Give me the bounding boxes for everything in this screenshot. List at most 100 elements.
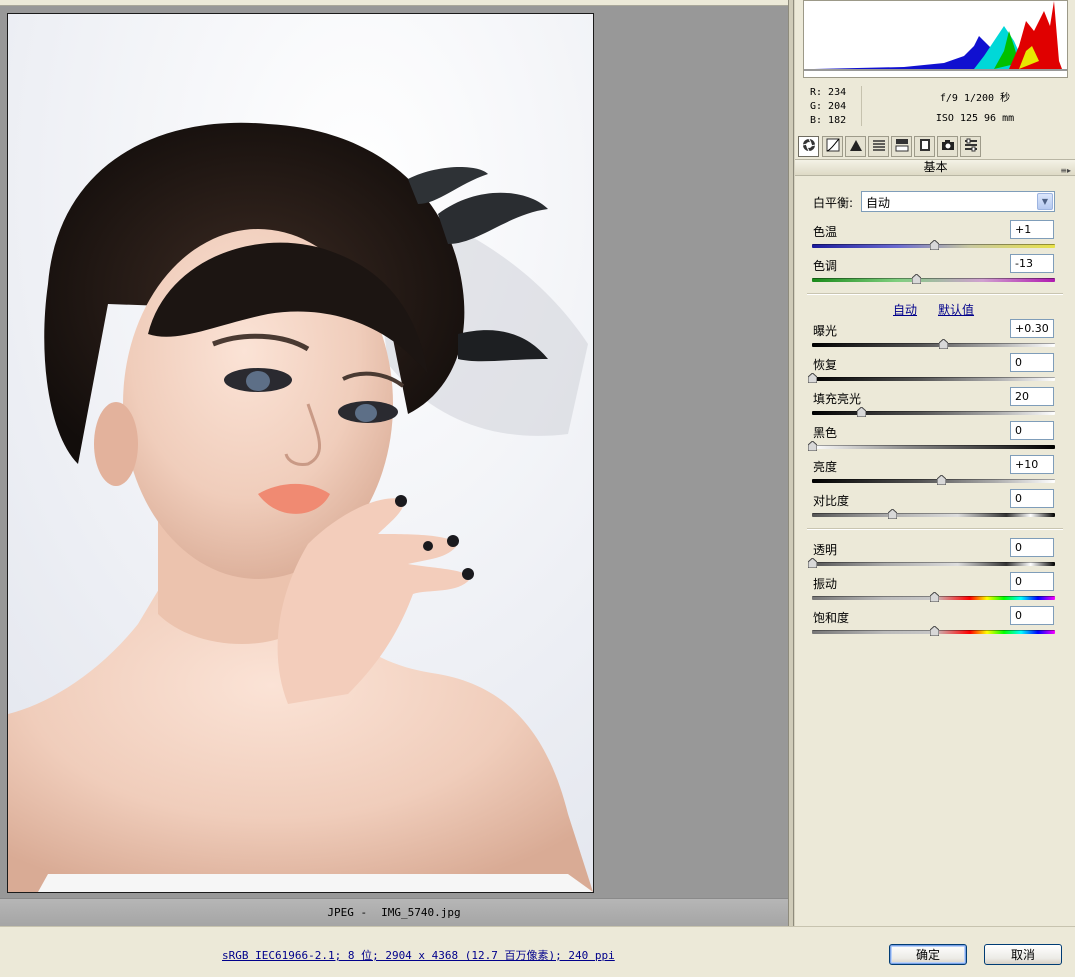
auto-link[interactable]: 自动 xyxy=(893,301,917,318)
aperture-icon xyxy=(802,138,816,155)
saturation-slider[interactable]: 饱和度 0 xyxy=(812,606,1058,640)
slider-label: 黑色 xyxy=(813,426,838,440)
tab-basic[interactable] xyxy=(798,136,819,157)
slider-value-input[interactable]: 20 xyxy=(1010,387,1054,406)
slider-value-input[interactable]: 0 xyxy=(1010,606,1054,625)
blacks-slider[interactable]: 黑色 0 xyxy=(807,421,1058,455)
slider-track[interactable] xyxy=(812,479,1055,483)
clarity-slider[interactable]: 透明 0 xyxy=(807,538,1058,572)
histogram-graph xyxy=(804,1,1067,71)
white-balance-select[interactable]: 自动 ▼ xyxy=(861,191,1055,212)
slider-thumb[interactable] xyxy=(807,440,818,452)
slider-value-input[interactable]: -13 xyxy=(1010,254,1054,273)
panel-tabs xyxy=(795,135,1075,159)
chevron-down-icon[interactable]: ▼ xyxy=(1037,193,1053,210)
file-format: JPEG - xyxy=(327,906,368,919)
slider-label: 色调 xyxy=(813,259,838,273)
adjustment-panel: R: 234 G: 204 B: 182 f/9 1/200 秒 ISO 125… xyxy=(794,0,1075,926)
red-value: R: 234 xyxy=(810,87,847,98)
image-preview-area[interactable] xyxy=(0,6,788,898)
slider-value-input[interactable]: +1 xyxy=(1010,220,1054,239)
white-balance-value: 自动 xyxy=(866,196,891,210)
slider-value-input[interactable]: +10 xyxy=(1010,455,1054,474)
rgb-values: R: 234 G: 204 B: 182 xyxy=(810,86,846,128)
slider-track[interactable] xyxy=(812,445,1055,449)
slider-value-input[interactable]: 0 xyxy=(1010,489,1054,508)
white-balance-row: 白平衡: 自动 ▼ xyxy=(813,191,1058,213)
slider-value-input[interactable]: +0.30 xyxy=(1010,319,1054,338)
workflow-options-link[interactable]: sRGB IEC61966-2.1; 8 位; 2904 x 4368 (12.… xyxy=(222,947,615,963)
slider-thumb[interactable] xyxy=(887,508,898,520)
slider-thumb[interactable] xyxy=(929,625,939,637)
slider-thumb[interactable] xyxy=(807,372,818,384)
slider-track[interactable] xyxy=(812,562,1055,566)
slider-value-input[interactable]: 0 xyxy=(1010,421,1054,440)
contrast-slider[interactable]: 对比度 0 xyxy=(812,489,1058,523)
photo-preview xyxy=(7,13,594,893)
slider-label: 曝光 xyxy=(813,324,838,338)
slider-label: 色温 xyxy=(813,225,838,239)
camera-calibration-icon xyxy=(941,138,955,155)
slider-label: 对比度 xyxy=(813,494,850,508)
slider-value-input[interactable]: 0 xyxy=(1010,353,1054,372)
white-balance-label: 白平衡: xyxy=(813,196,854,210)
separator xyxy=(807,293,1063,295)
vibrance-slider[interactable]: 振动 0 xyxy=(812,572,1058,606)
iso-lens-info: ISO 125 96 mm xyxy=(935,113,1015,124)
slider-track[interactable] xyxy=(812,377,1055,381)
pixel-readout: R: 234 G: 204 B: 182 f/9 1/200 秒 ISO 125… xyxy=(795,80,1075,132)
tab-detail[interactable] xyxy=(845,136,866,157)
detail-icon xyxy=(849,138,863,155)
exposure-info: f/9 1/200 秒 xyxy=(939,93,1011,104)
slider-track[interactable] xyxy=(812,278,1055,282)
slider-track[interactable] xyxy=(812,411,1055,415)
section-title: 基本 ≡▸ xyxy=(795,159,1075,176)
slider-thumb[interactable] xyxy=(936,474,947,486)
brightness-slider[interactable]: 亮度 +10 xyxy=(812,455,1058,489)
ok-button[interactable]: 确定 xyxy=(889,944,967,965)
slider-thumb[interactable] xyxy=(929,239,939,251)
filename-bar: JPEG - IMG_5740.jpg xyxy=(0,898,788,926)
readout-separator xyxy=(861,86,862,126)
slider-thumb[interactable] xyxy=(911,273,922,285)
lens-corrections-icon xyxy=(918,138,932,155)
histogram xyxy=(803,0,1068,78)
camera-info: f/9 1/200 秒 ISO 125 96 mm xyxy=(885,89,1065,129)
tint-slider[interactable]: 色调 -13 xyxy=(812,254,1058,288)
portrait-photo xyxy=(8,14,593,892)
presets-icon xyxy=(964,138,978,155)
split-toning-icon xyxy=(895,138,909,155)
default-link[interactable]: 默认值 xyxy=(938,301,974,318)
green-value: G: 204 xyxy=(810,101,847,112)
tab-tone-curve[interactable] xyxy=(822,136,843,157)
slider-track[interactable] xyxy=(812,513,1055,517)
slider-label: 饱和度 xyxy=(813,611,850,625)
tone-curve-icon xyxy=(826,138,840,155)
cancel-button[interactable]: 取消 xyxy=(984,944,1062,965)
file-name: IMG_5740.jpg xyxy=(381,906,461,919)
separator xyxy=(807,528,1063,530)
slider-value-input[interactable]: 0 xyxy=(1010,538,1054,557)
tab-presets[interactable] xyxy=(960,136,981,157)
section-title-text: 基本 xyxy=(923,160,948,174)
slider-thumb[interactable] xyxy=(929,591,939,603)
slider-thumb[interactable] xyxy=(856,406,867,418)
tab-lens-corrections[interactable] xyxy=(914,136,935,157)
slider-thumb[interactable] xyxy=(938,338,949,350)
slider-track[interactable] xyxy=(812,343,1055,347)
tab-hsl[interactable] xyxy=(868,136,889,157)
tab-camera-calibration[interactable] xyxy=(937,136,958,157)
slider-label: 亮度 xyxy=(813,460,838,474)
slider-label: 填充亮光 xyxy=(813,392,862,406)
temperature-slider[interactable]: 色温 +1 xyxy=(812,220,1058,254)
recovery-slider[interactable]: 恢复 0 xyxy=(807,353,1058,387)
status-bar: sRGB IEC61966-2.1; 8 位; 2904 x 4368 (12.… xyxy=(0,926,1075,977)
slider-label: 透明 xyxy=(813,543,838,557)
slider-thumb[interactable] xyxy=(807,557,818,569)
slider-value-input[interactable]: 0 xyxy=(1010,572,1054,591)
fill-light-slider[interactable]: 填充亮光 20 xyxy=(812,387,1058,421)
tab-split-toning[interactable] xyxy=(891,136,912,157)
slider-label: 恢复 xyxy=(813,358,838,372)
exposure-slider[interactable]: 曝光 +0.30 xyxy=(812,319,1058,353)
panel-menu-icon[interactable]: ≡▸ xyxy=(1060,163,1071,178)
